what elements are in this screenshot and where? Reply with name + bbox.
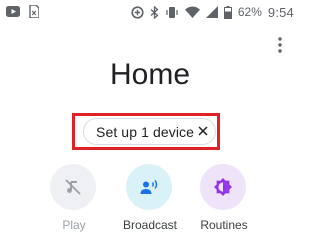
broadcast-action-label: Broadcast (122, 218, 178, 232)
battery-icon (223, 5, 232, 19)
clock: 9:54 (267, 4, 294, 20)
page-title: Home (109, 58, 191, 91)
broadcast-icon (139, 177, 159, 197)
routines-action[interactable]: Routines (194, 164, 254, 243)
broadcast-action-circle (126, 164, 172, 210)
routines-action-label: Routines (200, 218, 248, 232)
close-icon[interactable] (196, 124, 210, 138)
music-off-icon (63, 177, 83, 197)
bluetooth-icon (150, 5, 159, 19)
routines-icon (213, 177, 233, 197)
setup-device-label: Set up 1 device (96, 124, 195, 140)
vibrate-icon (165, 6, 179, 19)
play-action-label: Play (62, 218, 86, 232)
youtube-icon (6, 6, 20, 17)
routines-action-circle (200, 164, 246, 210)
setup-device-chip[interactable]: Set up 1 device (83, 118, 216, 145)
data-saver-icon (131, 5, 144, 19)
play-action-circle (50, 164, 96, 210)
status-bar: 62% 9:54 (0, 0, 300, 24)
app-screen: 62% 9:54 Home Set up 1 device Play Broad… (0, 0, 300, 243)
sim-card-icon (29, 5, 39, 18)
signal-icon (205, 6, 218, 18)
play-action[interactable]: Play (44, 164, 104, 243)
battery-percent: 62% (237, 5, 262, 19)
wifi-icon (184, 6, 200, 18)
more-vert-icon[interactable] (276, 36, 284, 54)
broadcast-action[interactable]: Broadcast (120, 164, 180, 243)
